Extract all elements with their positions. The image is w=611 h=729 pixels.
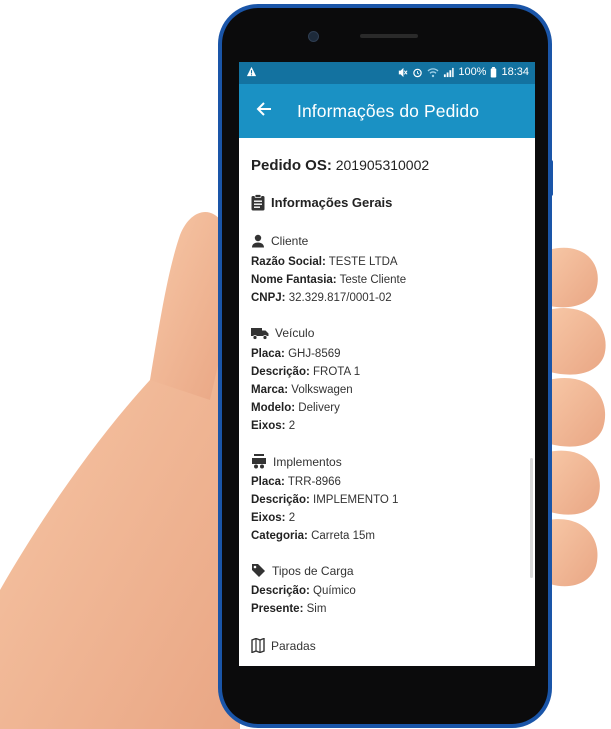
- alarm-icon: [413, 68, 423, 77]
- field-row: Descrição: Químico: [251, 585, 356, 597]
- earpiece-speaker: [360, 34, 418, 38]
- battery-icon: [491, 66, 497, 78]
- section-carga-title: Tipos de Carga: [272, 563, 354, 578]
- field-value: Teste Cliente: [339, 274, 407, 286]
- field-label: Marca:: [251, 384, 289, 396]
- field-row: Modelo: Delivery: [251, 402, 340, 414]
- scrollbar[interactable]: [530, 458, 533, 578]
- field-value: Sim: [306, 603, 327, 615]
- field-row: CNPJ: 32.329.817/0001-02: [251, 292, 392, 304]
- field-row: Eixos: 2: [251, 420, 295, 432]
- field-label: Placa:: [251, 348, 285, 360]
- field-row: Marca: Volkswagen: [251, 384, 353, 396]
- order-label: Pedido OS:: [251, 157, 332, 174]
- truck-icon: [251, 327, 269, 340]
- warning-icon: [246, 66, 257, 80]
- field-value: TRR-8966: [287, 476, 341, 488]
- trailer-icon: [252, 454, 266, 469]
- field-value: Químico: [313, 585, 356, 597]
- back-button[interactable]: [252, 97, 276, 121]
- field-row: Categoria: Carreta 15m: [251, 530, 375, 542]
- field-value: Carreta 15m: [311, 530, 375, 542]
- field-label: Modelo:: [251, 402, 296, 414]
- status-icons: 100% 18:34: [397, 66, 529, 78]
- section-paradas: Paradas: [251, 638, 316, 653]
- app-bar: Informações do Pedido: [239, 84, 535, 138]
- field-value: 2: [288, 512, 296, 524]
- field-row: Descrição: FROTA 1: [251, 366, 360, 378]
- field-value: Delivery: [298, 402, 340, 414]
- signal-icon: [444, 67, 454, 77]
- field-label: Descrição:: [251, 366, 310, 378]
- person-icon: [252, 234, 264, 248]
- phone-bezel: 100% 18:34 Informações do Pedido Pedido …: [222, 8, 548, 724]
- wifi-icon: [427, 67, 439, 77]
- field-value: IMPLEMENTO 1: [313, 494, 399, 506]
- section-cliente: Cliente: [251, 234, 308, 248]
- tag-icon: [252, 564, 265, 577]
- field-value: 2: [288, 420, 296, 432]
- field-value: FROTA 1: [313, 366, 361, 378]
- status-bar: 100% 18:34: [239, 62, 535, 84]
- field-label: Eixos:: [251, 420, 286, 432]
- order-details-content: Pedido OS: 201905310002 Informações Gera…: [239, 138, 535, 666]
- field-value: Volkswagen: [291, 384, 353, 396]
- field-value: 32.329.817/0001-02: [288, 292, 392, 304]
- field-label: Categoria:: [251, 530, 308, 542]
- order-number: 201905310002: [335, 157, 430, 173]
- field-label: Nome Fantasia:: [251, 274, 337, 286]
- arrow-left-icon: [256, 102, 271, 116]
- field-label: Placa:: [251, 476, 285, 488]
- mute-icon: [399, 67, 408, 77]
- clipboard-icon: [251, 194, 265, 211]
- field-row: Placa: GHJ-8569: [251, 348, 341, 360]
- section-paradas-title: Paradas: [271, 638, 316, 653]
- field-value: TESTE LTDA: [328, 256, 398, 268]
- field-label: CNPJ:: [251, 292, 286, 304]
- field-value: GHJ-8569: [288, 348, 341, 360]
- screen-title: Informações do Pedido: [297, 101, 480, 121]
- front-camera: [308, 31, 319, 42]
- general-info-title: Informações Gerais: [271, 195, 393, 210]
- section-carga: Tipos de Carga: [251, 563, 354, 578]
- section-veiculo: Veículo: [251, 326, 314, 340]
- field-row: Placa: TRR-8966: [251, 476, 341, 488]
- field-label: Razão Social:: [251, 256, 326, 268]
- field-row: Descrição: IMPLEMENTO 1: [251, 494, 398, 506]
- section-implementos-title: Implementos: [273, 454, 342, 469]
- battery-percent: 100%: [458, 66, 487, 78]
- map-icon: [251, 638, 265, 653]
- field-row: Nome Fantasia: Teste Cliente: [251, 274, 406, 286]
- field-label: Descrição:: [251, 585, 310, 597]
- field-row: Eixos: 2: [251, 512, 295, 524]
- field-row: Razão Social: TESTE LTDA: [251, 256, 398, 268]
- field-row: Presente: Sim: [251, 603, 326, 615]
- section-veiculo-title: Veículo: [275, 326, 315, 340]
- field-label: Eixos:: [251, 512, 286, 524]
- phone-frame: 100% 18:34 Informações do Pedido Pedido …: [218, 4, 552, 728]
- field-label: Descrição:: [251, 494, 310, 506]
- general-info-heading: Informações Gerais: [251, 194, 392, 211]
- order-number-line: Pedido OS: 201905310002: [251, 157, 429, 174]
- section-implementos: Implementos: [251, 454, 342, 469]
- phone-screen: 100% 18:34 Informações do Pedido Pedido …: [239, 62, 535, 666]
- section-cliente-title: Cliente: [271, 234, 309, 248]
- phone-side-button: [549, 160, 553, 196]
- field-label: Presente:: [251, 603, 304, 615]
- clock: 18:34: [501, 66, 529, 78]
